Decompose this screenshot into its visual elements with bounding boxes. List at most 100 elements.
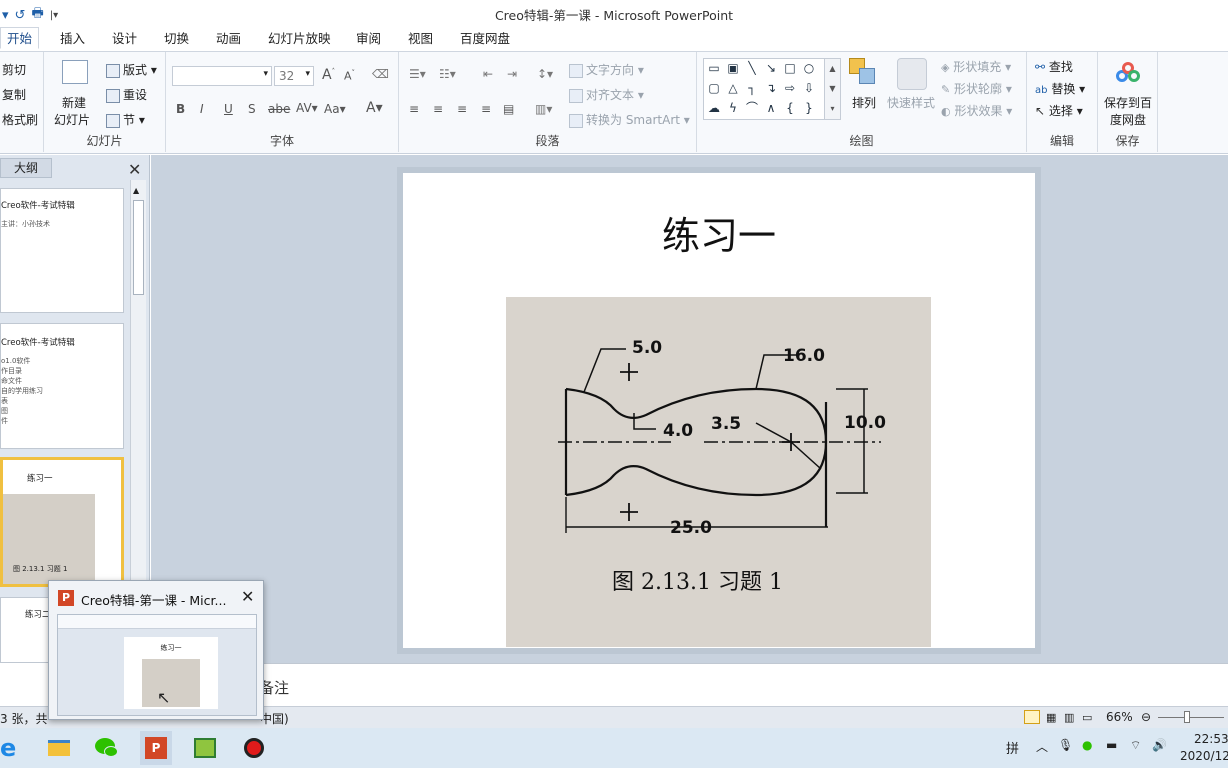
slide-thumbnail-3[interactable]: 练习一 图 2.13.1 习题 1 <box>0 457 124 587</box>
tab-home[interactable]: 开始 <box>0 27 40 49</box>
close-pane-icon[interactable]: ✕ <box>128 160 141 179</box>
spreadsheet-app-icon[interactable] <box>190 734 220 762</box>
shapes-gallery[interactable]: ▭ ▣ ╲ ↘ □ ○ ▢ △ ┐ ↴ ⇨ ⇩ ☁ ϟ ⌒ ∧ { } ▲ ▼ ▾ <box>703 58 841 120</box>
tab-outline[interactable]: 大纲 <box>0 158 52 178</box>
tab-view[interactable]: 视图 <box>408 30 433 52</box>
char-spacing-icon[interactable]: AV▾ <box>296 101 318 115</box>
arrange-icon[interactable] <box>849 58 879 90</box>
strikethrough-icon[interactable]: abe <box>268 102 290 116</box>
line-spacing-icon[interactable]: ↕▾ <box>537 67 553 81</box>
change-case-icon[interactable]: Aa▾ <box>324 102 346 116</box>
wechat-tray-icon[interactable]: ● <box>1082 738 1092 752</box>
cut-button[interactable]: 剪切 <box>2 61 26 78</box>
clear-format-icon[interactable]: ⌫ <box>372 67 389 81</box>
freeform-shape-icon[interactable]: ☁ <box>706 102 722 115</box>
slide-title[interactable]: 练习一 <box>403 205 1035 260</box>
align-center-icon[interactable]: ≡ <box>433 102 443 116</box>
down-arrow-shape-icon[interactable]: ⇩ <box>801 82 817 95</box>
rectangle-shape-icon[interactable]: □ <box>782 62 798 75</box>
current-slide[interactable]: 练习一 5.0 16.0 4.0 3.5 10.0 25.0 图 2.13.1 … <box>403 173 1035 648</box>
elbow-arrow-shape-icon[interactable]: ↴ <box>763 82 779 95</box>
normal-view-icon[interactable] <box>1024 710 1040 724</box>
format-painter-button[interactable]: 格式刷 <box>2 111 38 128</box>
grow-font-icon[interactable]: A˄ <box>322 67 335 83</box>
shape-outline-button[interactable]: ✎ 形状轮廓 ▾ <box>941 80 1012 97</box>
select-button[interactable]: ↖ 选择 ▾ <box>1035 102 1083 119</box>
exercise-drawing-image[interactable]: 5.0 16.0 4.0 3.5 10.0 25.0 图 2.13.1 习题 1 <box>506 297 931 647</box>
shapes-gallery-scroll[interactable]: ▲ ▼ ▾ <box>824 59 840 119</box>
increase-indent-icon[interactable]: ⇥ <box>507 67 517 81</box>
copy-button[interactable]: 复制 <box>2 86 26 103</box>
italic-icon[interactable]: I <box>200 102 204 116</box>
distribute-icon[interactable]: ▤ <box>503 102 514 116</box>
zoom-slider[interactable] <box>1158 717 1224 718</box>
zoom-level[interactable]: 66% <box>1106 710 1133 724</box>
left-brace-shape-icon[interactable]: { <box>782 102 798 115</box>
save-to-baidu-label-2[interactable]: 度网盘 <box>1110 111 1146 128</box>
triangle-shape-icon[interactable]: △ <box>725 82 741 95</box>
align-text-button[interactable]: 对齐文本 ▾ <box>569 86 644 103</box>
font-color-icon[interactable]: A▾ <box>366 100 383 116</box>
quick-styles-button[interactable]: 快速样式 <box>887 94 935 111</box>
quick-styles-icon[interactable] <box>897 58 927 90</box>
baidu-cloud-icon[interactable] <box>1114 60 1142 86</box>
tab-design[interactable]: 设计 <box>112 30 137 52</box>
popup-close-icon[interactable]: ✕ <box>241 587 254 606</box>
section-button[interactable]: 节 ▾ <box>106 111 145 128</box>
numbering-icon[interactable]: ☷▾ <box>439 67 456 81</box>
right-arrow-shape-icon[interactable]: ⇨ <box>782 82 798 95</box>
clock-date[interactable]: 2020/12/ <box>1180 749 1228 763</box>
wechat-icon[interactable] <box>92 734 122 762</box>
shape-effects-button[interactable]: ◐ 形状效果 ▾ <box>941 102 1012 119</box>
tab-transitions[interactable]: 切换 <box>164 30 189 52</box>
save-to-baidu-label-1[interactable]: 保存到百 <box>1104 94 1152 111</box>
decrease-indent-icon[interactable]: ⇤ <box>483 67 493 81</box>
notes-pane[interactable]: 备注 <box>151 663 1228 705</box>
justify-icon[interactable]: ≡ <box>481 102 491 116</box>
tray-expand-icon[interactable]: ︿ <box>1036 738 1048 755</box>
line-shape-icon[interactable]: ╲ <box>744 62 760 75</box>
arc-shape-icon[interactable]: ∧ <box>763 102 779 115</box>
shadow-icon[interactable]: S <box>248 102 256 116</box>
columns-icon[interactable]: ▥▾ <box>535 102 552 116</box>
slideshow-view-icon[interactable]: ▭ <box>1082 711 1092 724</box>
smartart-button[interactable]: 转换为 SmartArt ▾ <box>569 111 690 128</box>
zoom-slider-thumb[interactable] <box>1184 711 1190 723</box>
battery-icon[interactable]: ▬ <box>1106 738 1117 752</box>
arrange-button[interactable]: 排列 <box>852 94 876 111</box>
align-right-icon[interactable]: ≡ <box>457 102 467 116</box>
right-brace-shape-icon[interactable]: } <box>801 102 817 115</box>
oval-shape-icon[interactable]: ○ <box>801 62 817 75</box>
scroll-thumb[interactable] <box>133 200 144 295</box>
tab-insert[interactable]: 插入 <box>60 30 85 52</box>
shrink-font-icon[interactable]: A˅ <box>344 69 355 83</box>
bullets-icon[interactable]: ☰▾ <box>409 67 426 81</box>
reading-view-icon[interactable]: ▥ <box>1064 711 1074 724</box>
new-slide-label-2[interactable]: 幻灯片 <box>54 111 90 128</box>
curve-shape-icon[interactable]: ⌒ <box>744 102 760 115</box>
tab-baidu-netdisk[interactable]: 百度网盘 <box>460 30 510 52</box>
slide-thumbnail-2[interactable]: Creo软件-考试特辑 o1.0软件 作目录 命文件 自的学用练习 表 图 件 <box>0 323 124 449</box>
font-size-select[interactable]: 32 ▾ <box>274 66 314 86</box>
shape-fill-button[interactable]: ◈ 形状填充 ▾ <box>941 58 1011 75</box>
textbox-shape-icon[interactable]: ▭ <box>706 62 722 75</box>
vertical-textbox-shape-icon[interactable]: ▣ <box>725 62 741 75</box>
microphone-icon[interactable]: 🎙 <box>1058 738 1073 752</box>
ime-indicator[interactable]: 拼 <box>1006 738 1019 757</box>
lightning-shape-icon[interactable]: ϟ <box>725 102 741 115</box>
elbow-connector-shape-icon[interactable]: ┐ <box>744 82 760 95</box>
slide-thumbnail-1[interactable]: Creo软件-考试特辑 主讲：小孙技术 <box>0 188 124 313</box>
find-button[interactable]: ⚯ 查找 <box>1035 58 1073 75</box>
powerpoint-taskbar-button[interactable]: P <box>140 731 172 765</box>
font-name-select[interactable]: ▾ <box>172 66 272 86</box>
text-direction-button[interactable]: 文字方向 ▾ <box>569 61 644 78</box>
volume-icon[interactable]: 🔊 <box>1152 738 1167 752</box>
slide-sorter-icon[interactable]: ▦ <box>1046 711 1056 724</box>
clock-time[interactable]: 22:53 <box>1194 732 1228 746</box>
rounded-rect-shape-icon[interactable]: ▢ <box>706 82 722 95</box>
tab-review[interactable]: 审阅 <box>356 30 381 52</box>
zoom-out-icon[interactable]: ⊖ <box>1141 710 1151 724</box>
tab-slideshow[interactable]: 幻灯片放映 <box>268 30 331 52</box>
layout-button[interactable]: 版式 ▾ <box>106 61 157 78</box>
replace-button[interactable]: ab 替换 ▾ <box>1035 80 1085 97</box>
